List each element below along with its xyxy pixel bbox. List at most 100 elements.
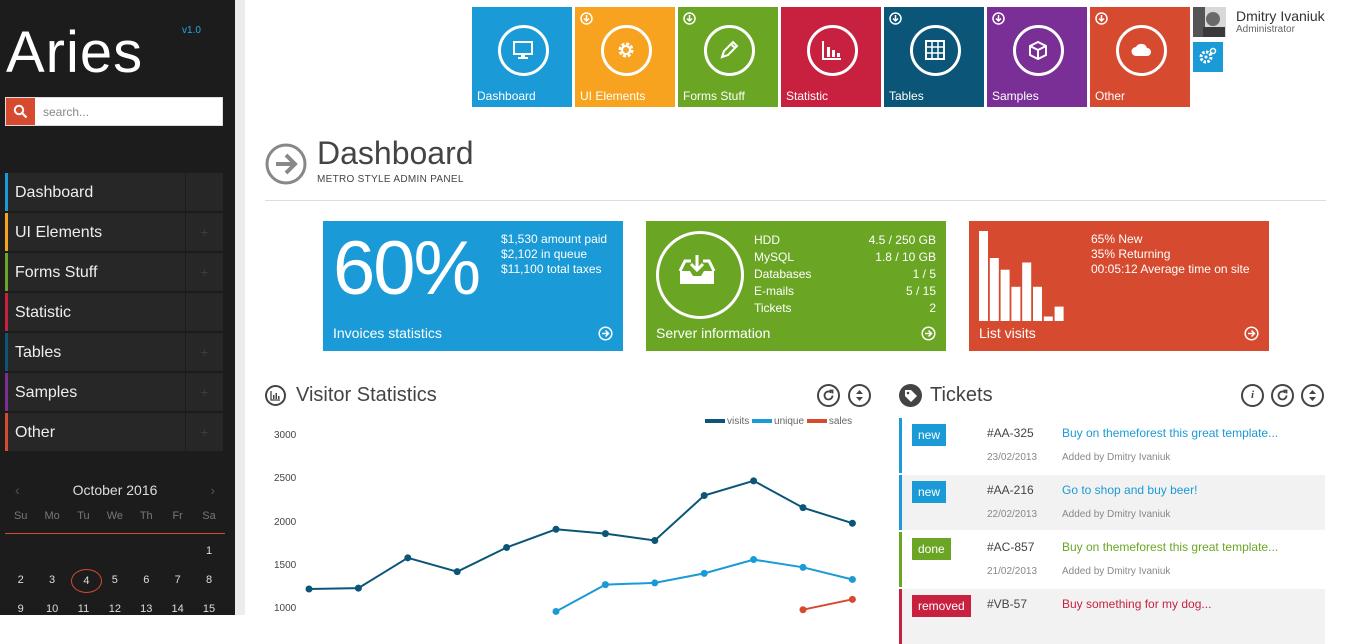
data-point-visits[interactable] — [799, 504, 807, 512]
user-photo-icon — [1193, 7, 1226, 37]
settings-button[interactable] — [1193, 42, 1223, 72]
go-arrow-icon[interactable] — [598, 326, 613, 341]
data-point-sales[interactable] — [848, 595, 856, 603]
calendar-day[interactable]: 11 — [68, 598, 99, 627]
data-point-unique[interactable] — [750, 556, 758, 564]
arrow-down-circle-icon[interactable] — [992, 12, 1005, 25]
calendar-day[interactable]: 8 — [193, 569, 224, 598]
calendar-day[interactable]: 7 — [162, 569, 193, 598]
calendar-day-today[interactable]: 4 — [68, 569, 103, 598]
expand-icon[interactable]: + — [185, 373, 223, 411]
calendar-day[interactable]: 13 — [131, 598, 162, 627]
tile-forms-stuff[interactable]: Forms Stuff — [678, 7, 778, 107]
sidebar-item-label: Other — [15, 424, 56, 441]
data-point-unique[interactable] — [552, 607, 560, 615]
calendar-day[interactable]: 14 — [162, 598, 193, 627]
ticket-row[interactable]: new #AA-325 23/02/2013 Buy on themefores… — [899, 418, 1325, 473]
calendar-next-button[interactable]: › — [210, 482, 215, 498]
arrow-down-circle-icon[interactable] — [889, 12, 902, 25]
calendar-day[interactable]: 2 — [5, 569, 36, 598]
calendar-day[interactable]: 10 — [36, 598, 67, 627]
tile-samples[interactable]: Samples — [987, 7, 1087, 107]
calendar-day[interactable]: 12 — [99, 598, 130, 627]
chart-icon — [265, 385, 286, 406]
refresh-button[interactable] — [817, 384, 840, 407]
arrow-down-circle-icon[interactable] — [580, 12, 593, 25]
ticket-title-link[interactable]: Buy on themeforest this great template..… — [1062, 540, 1278, 554]
data-point-unique[interactable] — [799, 563, 807, 571]
data-point-visits[interactable] — [552, 525, 560, 533]
expand-icon[interactable]: + — [185, 213, 223, 251]
ticket-row[interactable]: removed #VB-57 Buy something for my dog.… — [899, 589, 1325, 644]
data-point-visits[interactable] — [404, 554, 412, 562]
calendar-day[interactable]: 15 — [193, 598, 224, 627]
calendar-day[interactable]: 5 — [99, 569, 130, 598]
sidebar-item-ui-elements[interactable]: UI Elements + — [5, 213, 223, 251]
expand-icon[interactable]: + — [185, 253, 223, 291]
data-point-unique[interactable] — [848, 575, 856, 583]
ticket-title-link[interactable]: Buy on themeforest this great template..… — [1062, 426, 1278, 440]
data-point-visits[interactable] — [503, 543, 511, 551]
tile-label: Statistic — [786, 89, 829, 103]
sort-icon — [1309, 390, 1316, 401]
weekday: Tu — [77, 510, 90, 522]
data-point-visits[interactable] — [651, 537, 659, 545]
search-button[interactable] — [6, 98, 35, 125]
expand-icon[interactable] — [185, 293, 223, 331]
calendar-day — [36, 540, 67, 569]
server-value: 4.5 / 250 GB — [868, 233, 936, 247]
expand-icon[interactable]: + — [185, 413, 223, 451]
tile-tables[interactable]: Tables — [884, 7, 984, 107]
sidebar-item-statistic[interactable]: Statistic — [5, 293, 223, 331]
data-point-visits[interactable] — [453, 568, 461, 576]
data-point-visits[interactable] — [750, 477, 758, 485]
data-point-visits[interactable] — [305, 585, 313, 593]
tile-icon-circle — [498, 25, 549, 76]
data-point-visits[interactable] — [700, 492, 708, 500]
data-point-unique[interactable] — [601, 581, 609, 589]
go-arrow-icon[interactable] — [921, 326, 936, 341]
expand-icon[interactable] — [185, 173, 223, 211]
data-point-visits[interactable] — [848, 519, 856, 527]
data-point-unique[interactable] — [700, 569, 708, 577]
server-footer[interactable]: Server information — [656, 325, 770, 341]
data-point-visits[interactable] — [354, 584, 362, 592]
tile-ui-elements[interactable]: UI Elements — [575, 7, 675, 107]
app-logo[interactable]: Aries — [6, 22, 143, 84]
ticket-row[interactable]: done #AC-857 21/02/2013 Buy on themefore… — [899, 532, 1325, 587]
calendar-day[interactable]: 6 — [131, 569, 162, 598]
arrow-down-circle-icon[interactable] — [683, 12, 696, 25]
visits-footer[interactable]: List visits — [979, 325, 1036, 341]
tile-dashboard[interactable]: Dashboard — [472, 7, 572, 107]
avatar[interactable] — [1193, 7, 1226, 37]
expand-icon[interactable]: + — [185, 333, 223, 371]
user-name[interactable]: Dmitry Ivaniuk — [1236, 8, 1325, 24]
refresh-button[interactable] — [1271, 384, 1294, 407]
info-button[interactable]: i — [1241, 384, 1264, 407]
calendar-day[interactable]: 9 — [5, 598, 36, 627]
collapse-button[interactable] — [848, 384, 871, 407]
tile-statistic[interactable]: Statistic — [781, 7, 881, 107]
arrow-down-circle-icon[interactable] — [1095, 12, 1108, 25]
ticket-title-link[interactable]: Go to shop and buy beer! — [1062, 483, 1197, 497]
collapse-button[interactable] — [1301, 384, 1324, 407]
sidebar-item-other[interactable]: Other + — [5, 413, 223, 451]
sidebar-item-forms-stuff[interactable]: Forms Stuff + — [5, 253, 223, 291]
calendar-day[interactable]: 1 — [193, 540, 224, 569]
tile-icon-circle — [601, 25, 652, 76]
tile-other[interactable]: Other — [1090, 7, 1190, 107]
data-point-unique[interactable] — [651, 579, 659, 587]
data-point-sales[interactable] — [799, 606, 807, 614]
sidebar-item-samples[interactable]: Samples + — [5, 373, 223, 411]
sidebar-item-dashboard[interactable]: Dashboard — [5, 173, 223, 211]
ticket-row[interactable]: new #AA-216 22/02/2013 Go to shop and bu… — [899, 475, 1325, 530]
go-arrow-icon[interactable] — [1244, 326, 1259, 341]
sidebar-item-tables[interactable]: Tables + — [5, 333, 223, 371]
calendar-day[interactable]: 3 — [36, 569, 67, 598]
ticket-title-link[interactable]: Buy something for my dog... — [1062, 597, 1211, 611]
invoices-footer[interactable]: Invoices statistics — [333, 325, 442, 341]
ticket-author: Added by Dmitry Ivaniuk — [1062, 509, 1171, 520]
server-key: E-mails — [754, 284, 795, 298]
search-input[interactable] — [39, 98, 227, 125]
data-point-visits[interactable] — [601, 530, 609, 538]
